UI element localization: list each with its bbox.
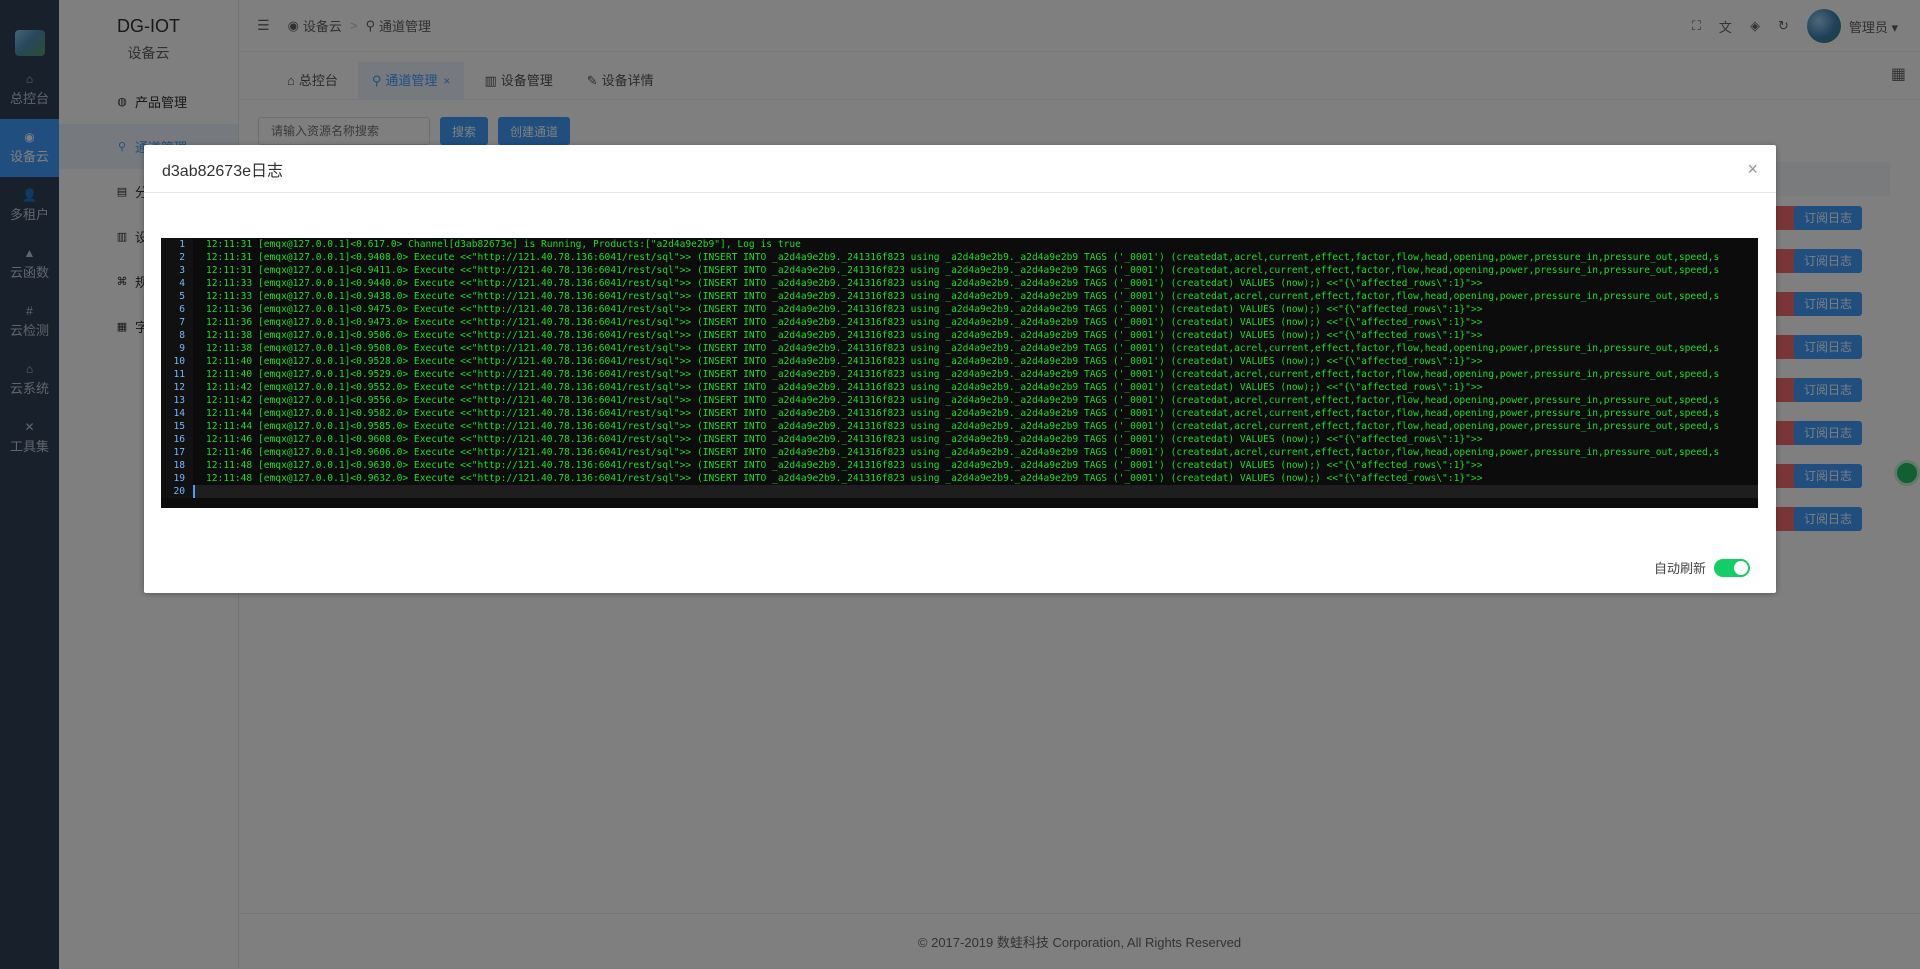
log-text: 12:11:38 [emqx@127.0.0.1]<0.9506.0> Exec… (206, 330, 1483, 341)
log-text: 12:11:40 [emqx@127.0.0.1]<0.9528.0> Exec… (206, 356, 1483, 367)
line-number: 7 (161, 316, 193, 329)
log-text: 12:11:38 [emqx@127.0.0.1]<0.9508.0> Exec… (206, 343, 1720, 354)
log-text: 12:11:46 [emqx@127.0.0.1]<0.9608.0> Exec… (206, 434, 1483, 445)
line-number: 8 (161, 329, 193, 342)
dialog-title: d3ab82673e日志 (144, 145, 1776, 193)
log-text: 12:11:44 [emqx@127.0.0.1]<0.9582.0> Exec… (206, 408, 1720, 419)
auto-refresh-toggle[interactable] (1714, 558, 1750, 577)
log-text: 12:11:48 [emqx@127.0.0.1]<0.9632.0> Exec… (206, 473, 1483, 484)
line-number: 14 (161, 407, 193, 420)
log-text: 12:11:31 [emqx@127.0.0.1]<0.9408.0> Exec… (206, 252, 1720, 263)
line-number: 16 (161, 433, 193, 446)
line-number: 11 (161, 368, 193, 381)
log-text: 12:11:42 [emqx@127.0.0.1]<0.9552.0> Exec… (206, 382, 1483, 393)
line-number: 4 (161, 277, 193, 290)
log-text: 12:11:48 [emqx@127.0.0.1]<0.9630.0> Exec… (206, 460, 1483, 471)
close-icon[interactable]: × (1747, 159, 1758, 180)
toggle-knob (1734, 560, 1748, 575)
log-viewer[interactable]: 1 12:11:31 [emqx@127.0.0.1]<0.617.0> Chan… (161, 238, 1758, 508)
log-line: 16 12:11:46 [emqx@127.0.0.1]<0.9608.0> Ex… (161, 433, 1758, 446)
log-text: 12:11:31 [emqx@127.0.0.1]<0.9411.0> Exec… (206, 265, 1720, 276)
log-text: 12:11:33 [emqx@127.0.0.1]<0.9438.0> Exec… (206, 291, 1720, 302)
line-number: 19 (161, 472, 193, 485)
log-line: 12 12:11:42 [emqx@127.0.0.1]<0.9552.0> Ex… (161, 381, 1758, 394)
log-dialog: d3ab82673e日志 × 1 12:11:31 [emqx@127.0.0.1… (144, 145, 1776, 593)
log-line: 7 12:11:36 [emqx@127.0.0.1]<0.9473.0> Exe… (161, 316, 1758, 329)
log-line: 5 12:11:33 [emqx@127.0.0.1]<0.9438.0> Exe… (161, 290, 1758, 303)
log-line: 6 12:11:36 [emqx@127.0.0.1]<0.9475.0> Exe… (161, 303, 1758, 316)
log-line: 11 12:11:40 [emqx@127.0.0.1]<0.9529.0> Ex… (161, 368, 1758, 381)
log-line: 15 12:11:44 [emqx@127.0.0.1]<0.9585.0> Ex… (161, 420, 1758, 433)
log-line: 4 12:11:33 [emqx@127.0.0.1]<0.9440.0> Exe… (161, 277, 1758, 290)
log-line: 13 12:11:42 [emqx@127.0.0.1]<0.9556.0> Ex… (161, 394, 1758, 407)
line-number: 15 (161, 420, 193, 433)
log-text: 12:11:36 [emqx@127.0.0.1]<0.9473.0> Exec… (206, 317, 1483, 328)
line-number: 6 (161, 303, 193, 316)
log-line: 19 12:11:48 [emqx@127.0.0.1]<0.9632.0> Ex… (161, 472, 1758, 485)
log-line: 10 12:11:40 [emqx@127.0.0.1]<0.9528.0> Ex… (161, 355, 1758, 368)
log-text: 12:11:31 [emqx@127.0.0.1]<0.617.0> Chann… (206, 239, 801, 250)
line-number: 17 (161, 446, 193, 459)
log-text: 12:11:36 [emqx@127.0.0.1]<0.9475.0> Exec… (206, 304, 1483, 315)
line-number: 5 (161, 290, 193, 303)
line-number: 9 (161, 342, 193, 355)
log-text (193, 485, 206, 498)
log-text: 12:11:40 [emqx@127.0.0.1]<0.9529.0> Exec… (206, 369, 1720, 380)
line-number: 13 (161, 394, 193, 407)
line-number: 10 (161, 355, 193, 368)
line-number: 18 (161, 459, 193, 472)
log-line: 9 12:11:38 [emqx@127.0.0.1]<0.9508.0> Exe… (161, 342, 1758, 355)
log-line: 3 12:11:31 [emqx@127.0.0.1]<0.9411.0> Exe… (161, 264, 1758, 277)
log-line: 8 12:11:38 [emqx@127.0.0.1]<0.9506.0> Exe… (161, 329, 1758, 342)
line-number: 1 (161, 238, 193, 251)
line-number: 12 (161, 381, 193, 394)
log-line: 17 12:11:46 [emqx@127.0.0.1]<0.9606.0> Ex… (161, 446, 1758, 459)
log-text: 12:11:46 [emqx@127.0.0.1]<0.9606.0> Exec… (206, 447, 1720, 458)
log-text: 12:11:33 [emqx@127.0.0.1]<0.9440.0> Exec… (206, 278, 1483, 289)
log-line: 20 (161, 485, 1758, 498)
log-line: 2 12:11:31 [emqx@127.0.0.1]<0.9408.0> Exe… (161, 251, 1758, 264)
line-number: 3 (161, 264, 193, 277)
line-number: 2 (161, 251, 193, 264)
log-text: 12:11:44 [emqx@127.0.0.1]<0.9585.0> Exec… (206, 421, 1720, 432)
auto-refresh-label: 自动刷新 (1653, 561, 1706, 576)
log-line: 14 12:11:44 [emqx@127.0.0.1]<0.9582.0> Ex… (161, 407, 1758, 420)
auto-refresh-control: 自动刷新 (1654, 558, 1750, 577)
log-text: 12:11:42 [emqx@127.0.0.1]<0.9556.0> Exec… (206, 395, 1720, 406)
log-line: 1 12:11:31 [emqx@127.0.0.1]<0.617.0> Chan… (161, 238, 1758, 251)
log-line: 18 12:11:48 [emqx@127.0.0.1]<0.9630.0> Ex… (161, 459, 1758, 472)
line-number: 20 (161, 485, 193, 498)
